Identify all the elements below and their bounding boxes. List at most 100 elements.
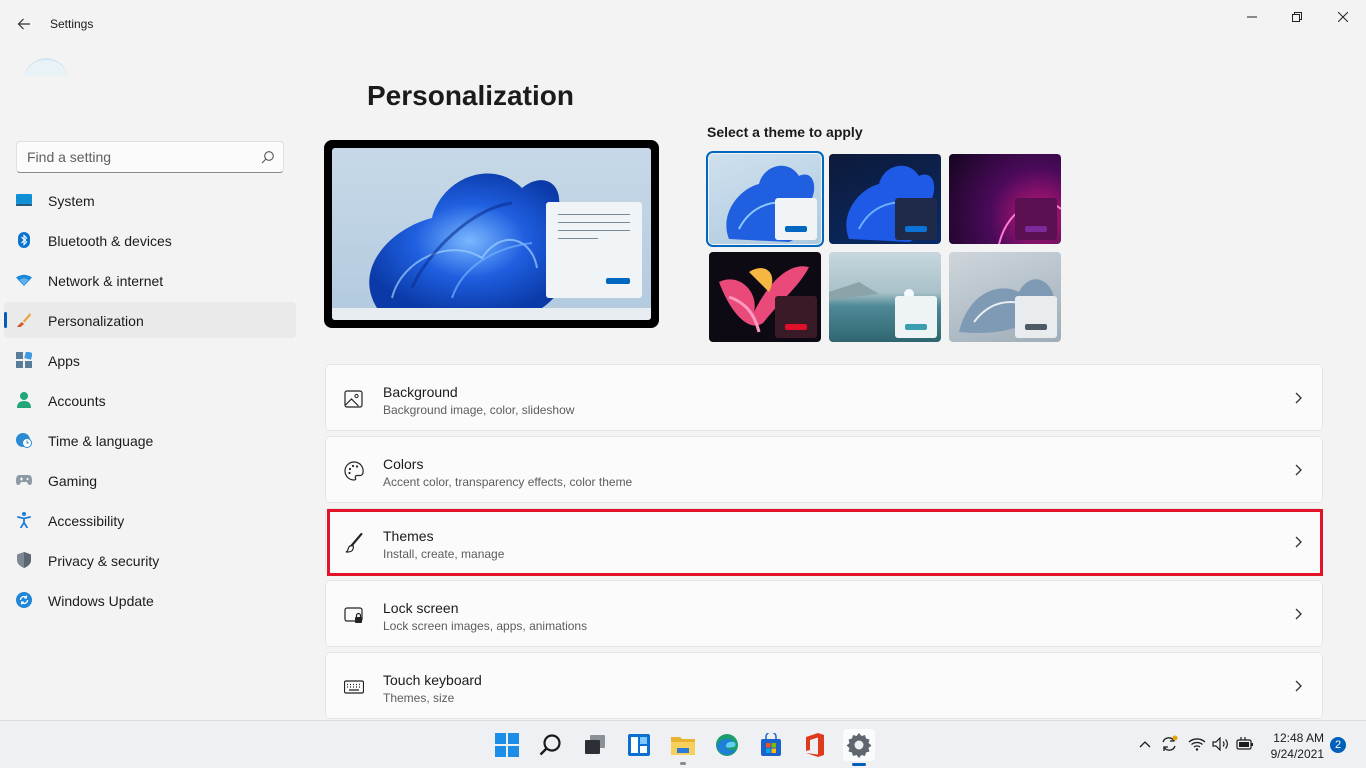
- restore-button[interactable]: [1274, 4, 1320, 30]
- card-themes[interactable]: Themes Install, create, manage: [325, 508, 1323, 575]
- settings-icon: [846, 733, 872, 758]
- search-input[interactable]: [17, 142, 257, 172]
- file-explorer-icon: [671, 737, 695, 755]
- system-icon: [16, 192, 32, 208]
- sync-icon: [1162, 735, 1178, 751]
- card-lock-screen[interactable]: Lock screen Lock screen images, apps, an…: [325, 580, 1323, 647]
- sidebar-item-label: Privacy & security: [48, 553, 160, 569]
- avatar[interactable]: [20, 50, 72, 76]
- search-icon: [539, 734, 561, 756]
- back-button[interactable]: [12, 10, 36, 38]
- card-colors[interactable]: Colors Accent color, transparency effect…: [325, 436, 1323, 503]
- theme-thumbnail-sunrise[interactable]: [829, 252, 941, 342]
- show-hidden-icons-button[interactable]: [1136, 735, 1154, 753]
- restore-icon: [1292, 12, 1302, 22]
- sidebar-item-label: Network & internet: [48, 273, 164, 289]
- sidebar-item-network[interactable]: Network & internet: [4, 262, 296, 298]
- chevron-right-icon: [1295, 392, 1302, 404]
- sidebar-item-label: Windows Update: [48, 593, 154, 609]
- edge-icon: [716, 734, 738, 756]
- task-view-icon: [585, 735, 605, 754]
- taskbar: 12:48 AM 9/24/2021 2: [0, 720, 1366, 768]
- back-arrow-icon: [17, 18, 30, 30]
- sidebar-item-label: Gaming: [48, 473, 98, 489]
- taskbar-search-button[interactable]: [535, 729, 567, 761]
- chevron-right-icon: [1295, 680, 1302, 692]
- card-touch-keyboard[interactable]: Touch keyboard Themes, size: [325, 652, 1323, 719]
- widgets-icon: [628, 734, 650, 756]
- sidebar-item-personalization[interactable]: Personalization: [4, 302, 296, 338]
- office-button[interactable]: [799, 729, 831, 761]
- app-title: Settings: [50, 17, 94, 31]
- widgets-button[interactable]: [623, 729, 655, 761]
- card-title: Colors: [383, 456, 424, 472]
- chevron-right-icon: [1295, 536, 1302, 548]
- file-explorer-button[interactable]: [667, 729, 699, 765]
- sidebar-item-accessibility[interactable]: Accessibility: [4, 502, 296, 538]
- brush-icon: [16, 312, 32, 328]
- preview-window: [546, 202, 642, 298]
- gamepad-icon: [16, 472, 32, 488]
- card-title: Themes: [383, 528, 434, 544]
- sidebar-item-accounts[interactable]: Accounts: [4, 382, 296, 418]
- card-subtitle: Install, create, manage: [383, 547, 505, 561]
- minimize-icon: [1247, 16, 1257, 18]
- card-subtitle: Themes, size: [383, 691, 455, 705]
- person-icon: [16, 392, 32, 408]
- clock-time: 12:48 AM: [1273, 731, 1324, 745]
- sidebar-item-bluetooth[interactable]: Bluetooth & devices: [4, 222, 296, 258]
- update-icon: [16, 592, 32, 608]
- themes-heading: Select a theme to apply: [707, 124, 863, 140]
- palette-icon: [344, 461, 364, 481]
- sidebar-item-gaming[interactable]: Gaming: [4, 462, 296, 498]
- start-button[interactable]: [491, 729, 523, 761]
- sidebar-item-system[interactable]: System: [4, 182, 296, 218]
- card-background[interactable]: Background Background image, color, slid…: [325, 364, 1323, 431]
- edge-button[interactable]: [711, 729, 743, 761]
- sidebar-item-label: Accessibility: [48, 513, 125, 529]
- task-view-button[interactable]: [579, 729, 611, 761]
- search-icon: [261, 151, 274, 164]
- lock-screen-icon: [344, 607, 363, 623]
- theme-thumbnail-glow[interactable]: [949, 154, 1061, 244]
- sidebar-item-label: Accounts: [48, 393, 106, 409]
- volume-tray-button[interactable]: [1212, 735, 1230, 753]
- theme-thumbnail-windows-light[interactable]: [706, 151, 824, 247]
- sidebar-item-label: Personalization: [48, 313, 144, 329]
- close-button[interactable]: [1320, 4, 1366, 30]
- page-title: Personalization: [367, 80, 574, 111]
- accessibility-icon: [16, 512, 32, 528]
- clock-date: 9/24/2021: [1270, 747, 1324, 761]
- network-tray-button[interactable]: [1188, 735, 1206, 753]
- battery-plug-icon: [1236, 737, 1253, 750]
- bluetooth-icon: [16, 232, 32, 248]
- chevron-right-icon: [1295, 608, 1302, 620]
- sync-tray-button[interactable]: [1160, 735, 1178, 753]
- image-icon: [344, 390, 363, 408]
- sidebar-item-privacy[interactable]: Privacy & security: [4, 542, 296, 578]
- sidebar-item-apps[interactable]: Apps: [4, 342, 296, 378]
- shield-icon: [16, 552, 32, 568]
- notification-badge[interactable]: 2: [1330, 737, 1346, 753]
- title-bar: Settings: [0, 0, 1366, 48]
- settings-taskbar-button[interactable]: [843, 729, 875, 766]
- theme-thumbnail-flow[interactable]: [949, 252, 1061, 342]
- sidebar-item-windows-update[interactable]: Windows Update: [4, 582, 296, 618]
- card-subtitle: Background image, color, slideshow: [383, 403, 575, 417]
- search-box[interactable]: [16, 141, 284, 173]
- wifi-icon: [16, 272, 32, 288]
- minimize-button[interactable]: [1229, 4, 1275, 30]
- theme-thumbnail-captured-motion[interactable]: [709, 252, 821, 342]
- preview-wallpaper: [332, 148, 651, 320]
- office-icon: [806, 733, 824, 757]
- theme-thumbnail-windows-dark[interactable]: [829, 154, 941, 244]
- taskbar-clock[interactable]: 12:48 AM 9/24/2021: [1262, 730, 1324, 762]
- apps-icon: [16, 352, 32, 368]
- sidebar-item-time-language[interactable]: Time & language: [4, 422, 296, 458]
- start-icon: [495, 733, 519, 757]
- close-icon: [1338, 12, 1348, 22]
- battery-tray-button[interactable]: [1236, 735, 1254, 753]
- store-icon: [761, 733, 781, 756]
- wifi-icon: [1188, 738, 1206, 751]
- store-button[interactable]: [755, 729, 787, 761]
